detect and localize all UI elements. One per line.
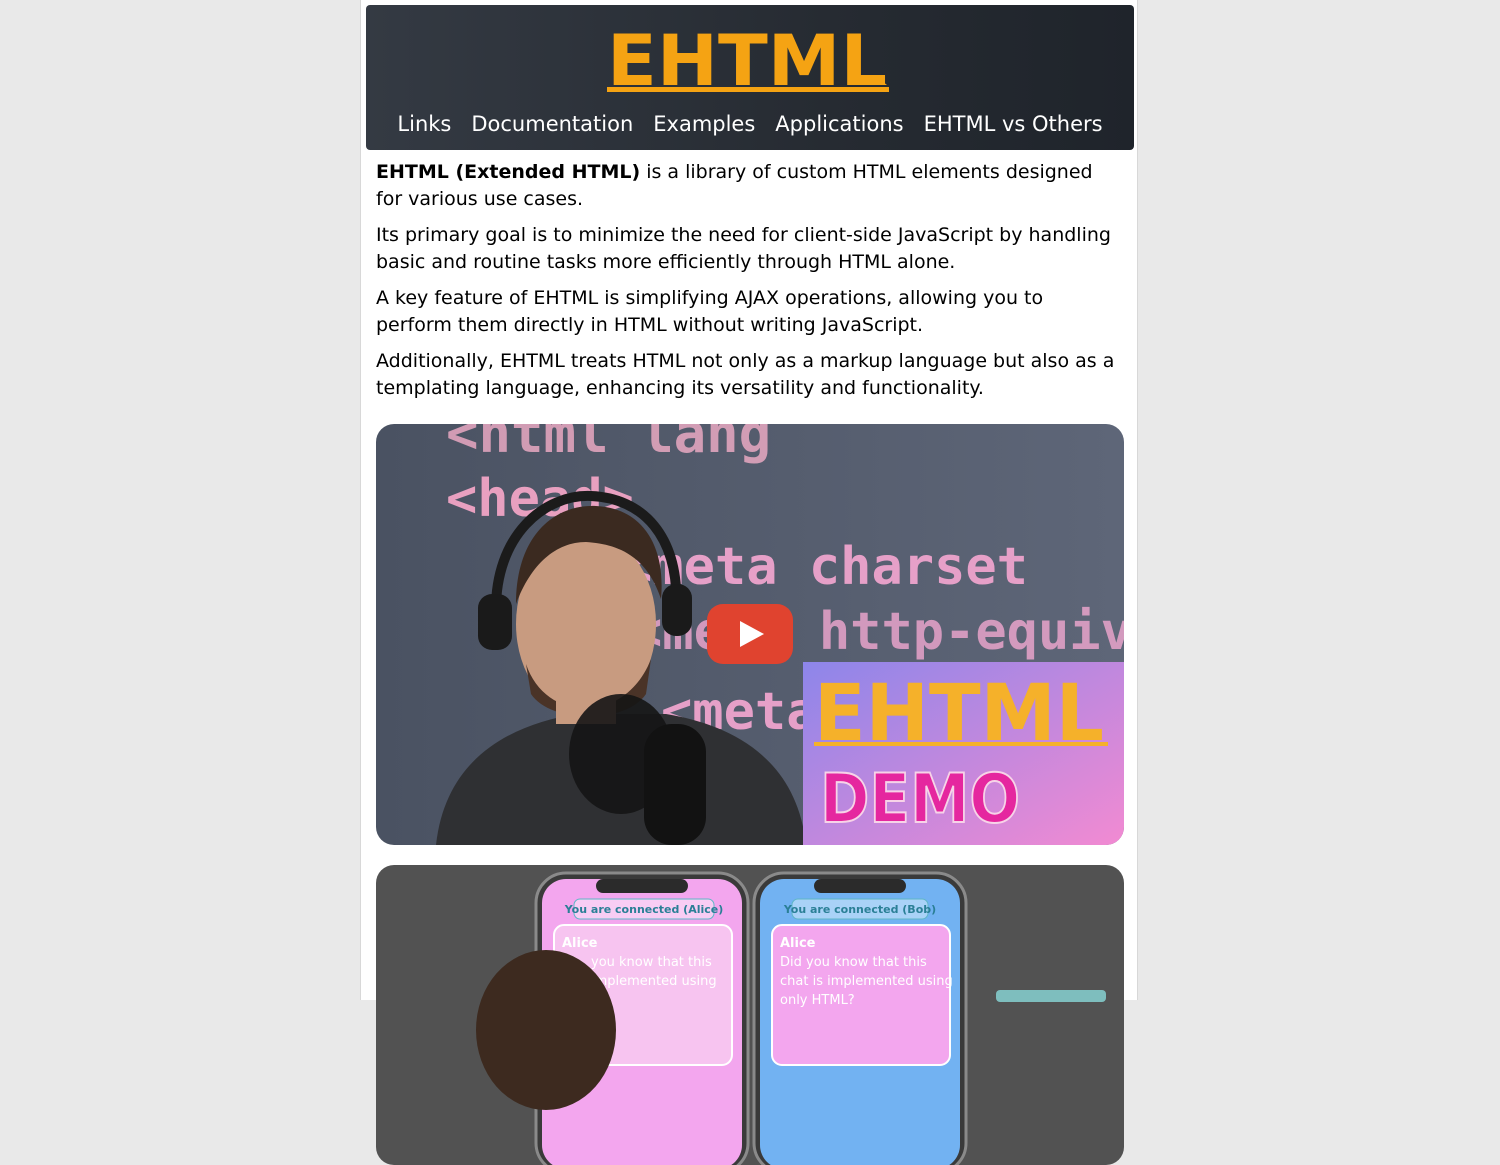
intro-paragraph-2: Its primary goal is to minimize the need… [376, 224, 1111, 273]
page-container: EHTML Links Documentation Examples Appli… [360, 0, 1138, 1165]
ehtml-logo[interactable]: EHTML [607, 20, 897, 102]
code-line-4: <meta http-equiv [631, 602, 1124, 662]
message-right-line-2: chat is implemented using [780, 974, 953, 989]
message-left-line-2: implemented using [591, 974, 717, 989]
message-right-line-1: Did you know that this [780, 955, 927, 970]
video-ehtml-demo[interactable]: <html lang <head> <meta charset <meta ht… [376, 424, 1124, 845]
phone-bob: You are connected (Bob) Alice Did you kn… [752, 871, 968, 1165]
intro-paragraph-4: Additionally, EHTML treats HTML not only… [376, 350, 1115, 399]
demo-badge: EHTML DEMO [803, 662, 1124, 845]
nav-links[interactable]: Links [397, 107, 451, 141]
message-left-line-1: you know that this [591, 955, 712, 970]
status-bob: You are connected (Bob) [783, 903, 936, 916]
nav-documentation[interactable]: Documentation [471, 107, 633, 141]
main-nav: Links Documentation Examples Application… [366, 107, 1134, 141]
video-chat-demo[interactable]: You are connected (Alice) Alice you know… [376, 865, 1124, 1165]
presenter-head-2 [476, 950, 616, 1110]
code-line-1: <html lang [446, 424, 771, 465]
intro-bold-title: EHTML (Extended HTML) [376, 161, 641, 183]
message-author-left: Alice [562, 936, 598, 951]
site-header: EHTML Links Documentation Examples Appli… [366, 5, 1134, 150]
play-button[interactable] [707, 604, 793, 664]
nav-examples[interactable]: Examples [653, 107, 755, 141]
intro-text: EHTML (Extended HTML) is a library of cu… [376, 159, 1124, 411]
status-alice: You are connected (Alice) [564, 903, 724, 916]
badge-subtitle: DEMO [820, 760, 1020, 839]
intro-paragraph-1: EHTML (Extended HTML) is a library of cu… [376, 159, 1124, 213]
nav-applications[interactable]: Applications [775, 107, 903, 141]
message-right-line-3: only HTML? [780, 993, 855, 1008]
intro-paragraph-3: A key feature of EHTML is simplifying AJ… [376, 287, 1044, 336]
message-author-right: Alice [780, 936, 816, 951]
nav-ehtml-vs-others[interactable]: EHTML vs Others [924, 107, 1103, 141]
logo-text: EHTML [607, 27, 887, 93]
